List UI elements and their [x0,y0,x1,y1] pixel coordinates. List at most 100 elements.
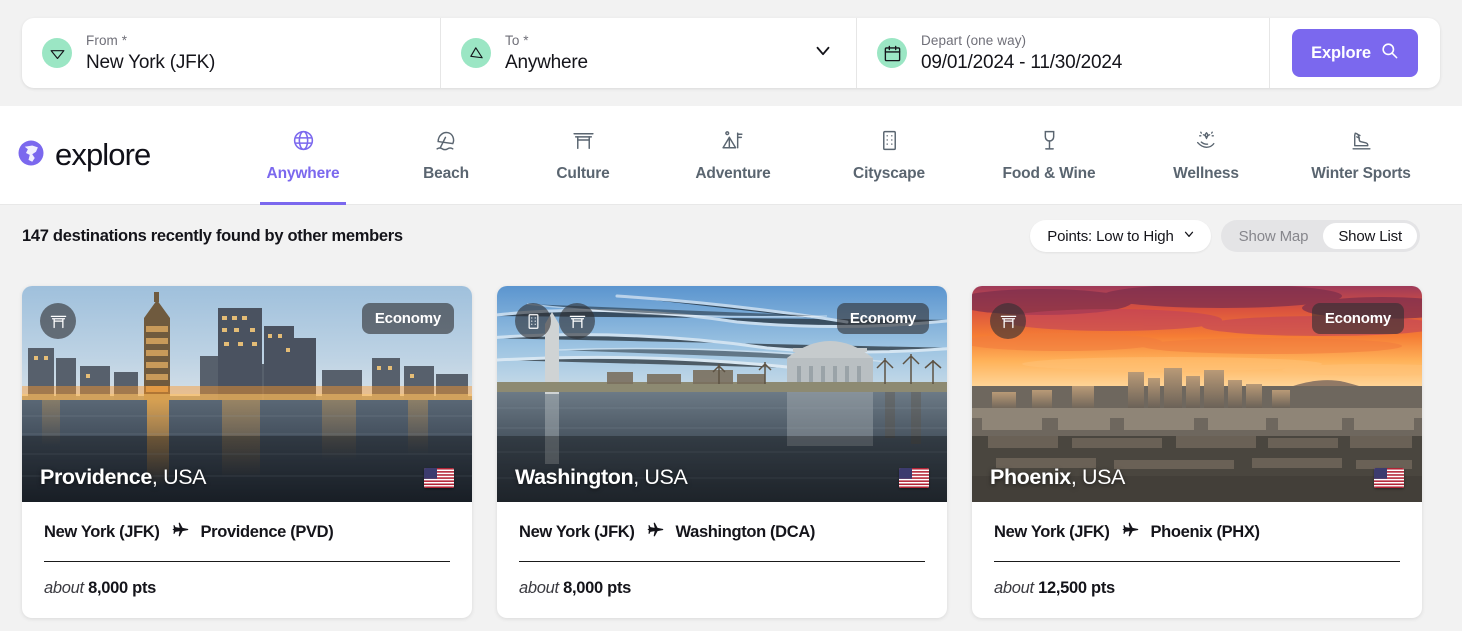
show-map-toggle[interactable]: Show Map [1224,223,1324,249]
torii-gate-icon [990,303,1026,339]
globe-icon [16,138,46,173]
route-origin: New York (JFK) [994,523,1110,542]
cabin-badge: Economy [1312,303,1404,334]
tab-beach[interactable]: Beach [402,106,490,205]
brand-logo[interactable]: explore [16,137,216,173]
to-value: Anywhere [505,50,588,75]
route-destination: Washington (DCA) [676,523,816,542]
search-bar: From * New York (JFK) To * Anywhere [22,18,1440,88]
sort-dropdown[interactable]: Points: Low to High [1030,220,1210,252]
chevron-down-icon[interactable] [812,40,834,67]
destination-country: USA [1082,465,1125,489]
tab-label: Culture [556,165,609,183]
points-amount: 12,500 pts [1038,579,1115,597]
search-icon [1380,41,1399,65]
ice-skate-icon [1349,128,1374,158]
building-icon [515,303,551,339]
points-amount: 8,000 pts [563,579,631,597]
paper-plane-icon [42,38,72,68]
route-origin: New York (JFK) [519,523,635,542]
destination-card-list: Economy Providence, USA [22,286,1422,618]
category-badges [990,303,1026,339]
destination-city: Providence [40,465,152,489]
plane-icon [171,520,190,544]
us-flag-icon [1374,468,1404,488]
plane-icon [646,520,665,544]
filter-controls: Points: Low to High Show Map Show List [1030,220,1420,252]
us-flag-icon [424,468,454,488]
paper-plane-icon [461,38,491,68]
lotus-hand-icon [1194,128,1219,158]
points-price: about 8,000 pts [44,562,450,598]
destination-card[interactable]: Economy Phoenix, USA [972,286,1422,618]
tab-culture[interactable]: Culture [533,106,633,205]
tab-label: Wellness [1173,165,1239,183]
explore-button-label: Explore [1311,44,1371,63]
route-destination: Providence (PVD) [201,523,334,542]
torii-gate-icon [571,128,596,158]
destination-card[interactable]: Economy Providence, USA [22,286,472,618]
destination-title: Washington, USA [515,465,687,490]
points-prefix: about [994,579,1034,597]
show-list-toggle[interactable]: Show List [1323,223,1417,249]
torii-gate-icon [559,303,595,339]
results-filter-row: 147 destinations recently found by other… [0,205,1462,267]
tab-food-wine[interactable]: Food & Wine [981,106,1117,205]
mountain-tent-icon [721,128,746,158]
destination-city: Washington [515,465,633,489]
from-value: New York (JFK) [86,50,215,75]
destination-country: USA [644,465,687,489]
points-price: about 8,000 pts [519,562,925,598]
brand-name: explore [55,137,150,173]
cabin-badge: Economy [837,303,929,334]
card-details: New York (JFK) Providence (PVD) about 8,… [22,502,472,618]
category-badges [40,303,76,339]
route-summary: New York (JFK) Providence (PVD) [44,520,450,562]
from-label: From * [86,32,215,50]
destination-country: USA [163,465,206,489]
tab-label: Food & Wine [1003,165,1096,183]
route-summary: New York (JFK) Washington (DCA) [519,520,925,562]
tab-label: Beach [423,165,469,183]
explore-button[interactable]: Explore [1292,29,1418,77]
tab-label: Cityscape [853,165,925,183]
tab-anywhere[interactable]: Anywhere [260,106,346,205]
tab-label: Adventure [695,165,770,183]
cabin-badge: Economy [362,303,454,334]
route-origin: New York (JFK) [44,523,160,542]
torii-gate-icon [40,303,76,339]
destination-title: Phoenix, USA [990,465,1125,490]
globe-icon [291,128,316,158]
tab-winter-sports[interactable]: Winter Sports [1293,106,1429,205]
tab-cityscape[interactable]: Cityscape [830,106,948,205]
route-destination: Phoenix (PHX) [1151,523,1260,542]
destination-city: Phoenix [990,465,1071,489]
points-prefix: about [519,579,559,597]
to-label: To * [505,32,588,50]
tab-label: Anywhere [267,165,340,183]
building-icon [877,128,902,158]
destination-photo: Economy Providence, USA [22,286,472,502]
us-flag-icon [899,468,929,488]
tab-wellness[interactable]: Wellness [1151,106,1261,205]
points-price: about 12,500 pts [994,562,1400,598]
depart-value: 09/01/2024 - 11/30/2024 [921,50,1122,75]
parasol-icon [434,128,459,158]
depart-date-field[interactable]: Depart (one way) 09/01/2024 - 11/30/2024 [857,18,1270,88]
destination-photo: Economy Washington, USA [497,286,947,502]
to-field[interactable]: To * Anywhere [441,18,857,88]
plane-icon [1121,520,1140,544]
route-summary: New York (JFK) Phoenix (PHX) [994,520,1400,562]
tab-label: Winter Sports [1311,165,1411,183]
destination-photo: Economy Phoenix, USA [972,286,1422,502]
calendar-icon [877,38,907,68]
sort-dropdown-label: Points: Low to High [1047,228,1173,245]
destination-card[interactable]: Economy Washington, USA [497,286,947,618]
chevron-down-icon [1182,227,1196,245]
from-field[interactable]: From * New York (JFK) [22,18,441,88]
wine-glass-icon [1037,128,1062,158]
tab-adventure[interactable]: Adventure [672,106,794,205]
main-navbar: explore Anywhere Beach [0,106,1462,205]
view-toggle-group: Show Map Show List [1221,220,1420,252]
category-badges [515,303,595,339]
